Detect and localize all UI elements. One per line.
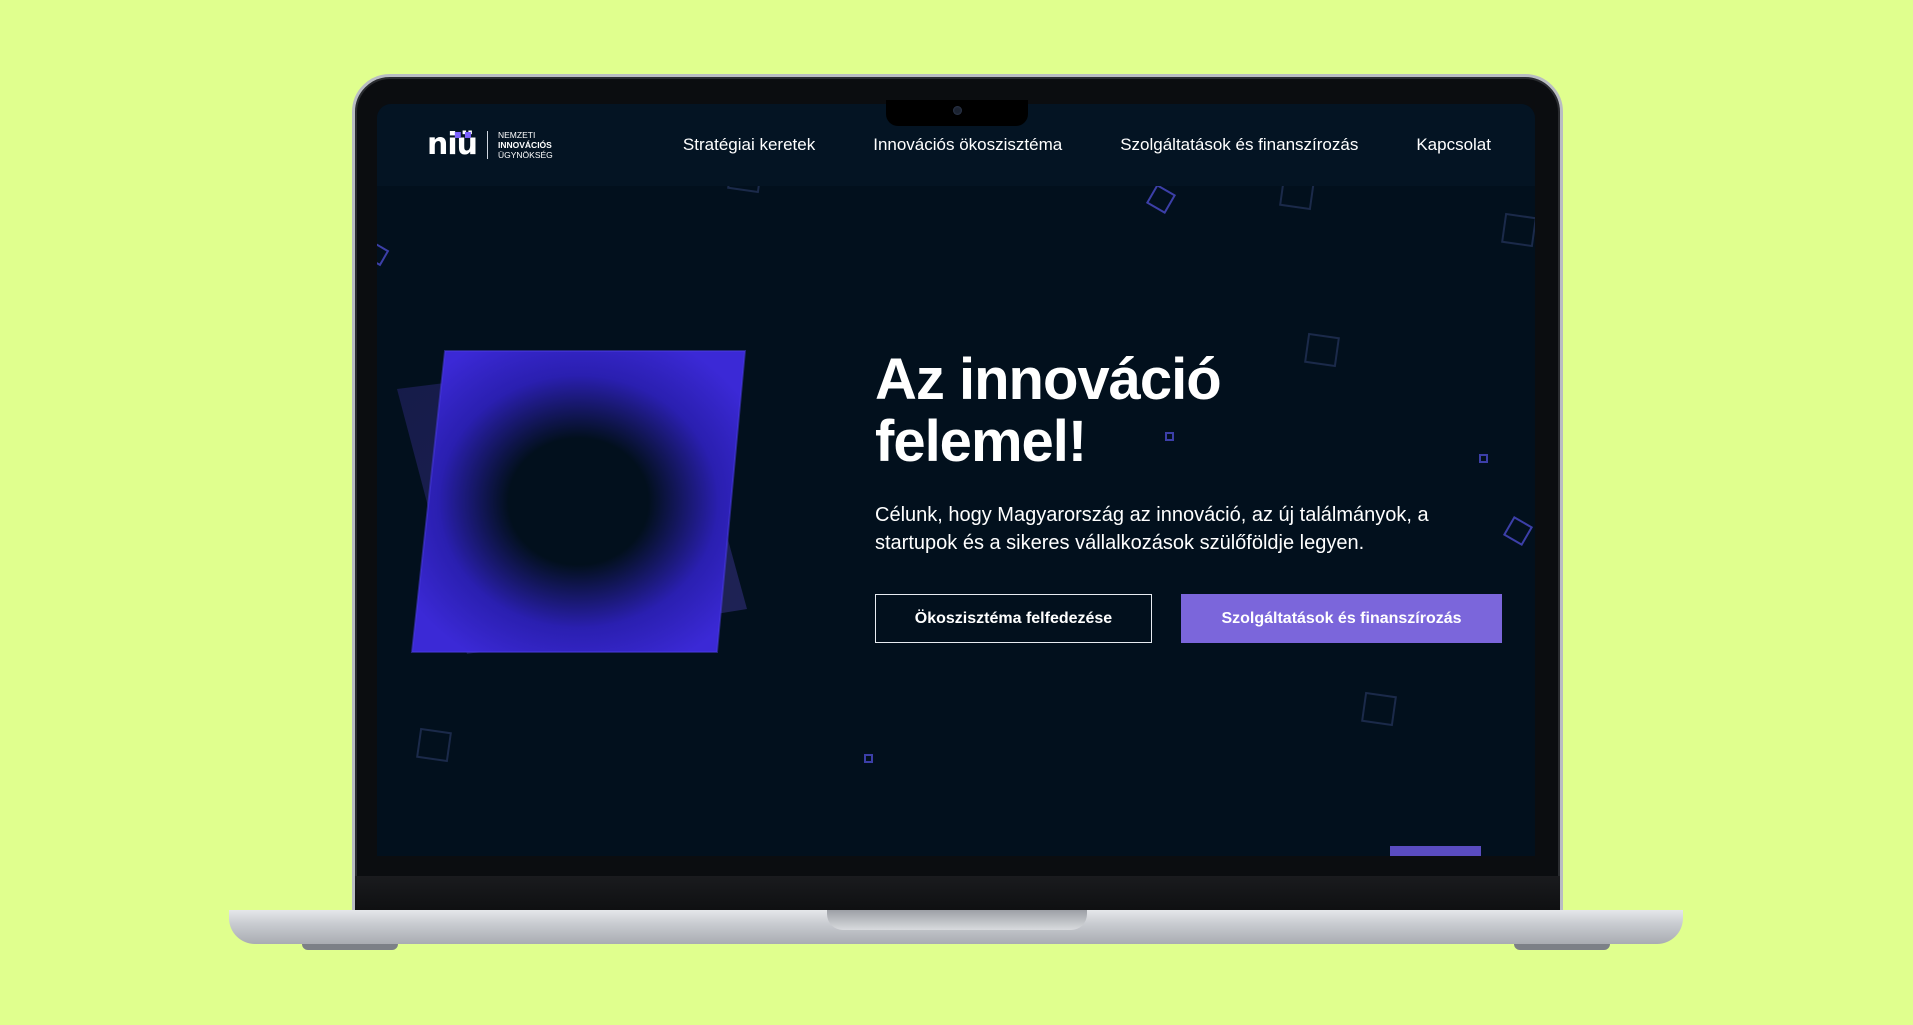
logo-mark: niü ▪▪ xyxy=(427,127,478,160)
hero-title: Az innováció felemel! xyxy=(875,349,1515,473)
niu-logo[interactable]: niü ▪▪ NEMZETI INNOVÁCIÓS ÜGYNÖKSÉG xyxy=(427,127,553,160)
logo-divider xyxy=(487,131,488,159)
nav-link-innovacios-okoszisztema[interactable]: Innovációs ökoszisztéma xyxy=(873,135,1062,155)
hero-square-graphic xyxy=(397,350,747,654)
laptop-hinge xyxy=(355,876,1560,912)
hero-text: Az innováció felemel! Célunk, hogy Magya… xyxy=(875,349,1515,557)
hero-buttons: Ökoszisztéma felfedezése Szolgáltatások … xyxy=(875,594,1502,643)
scroll-peek-element xyxy=(1390,846,1481,856)
laptop-base-groove xyxy=(827,910,1087,930)
logo-line-3: ÜGYNÖKSÉG xyxy=(498,150,553,160)
website-screen: niü ▪▪ NEMZETI INNOVÁCIÓS ÜGYNÖKSÉG Stra… xyxy=(377,104,1535,856)
logo-text: NEMZETI INNOVÁCIÓS ÜGYNÖKSÉG xyxy=(498,130,553,160)
hero-title-line-1: Az innováció xyxy=(875,347,1222,412)
nav-link-kapcsolat[interactable]: Kapcsolat xyxy=(1416,135,1491,155)
screen-notch xyxy=(886,100,1028,126)
nav-link-szolgaltatasok[interactable]: Szolgáltatások és finanszírozás xyxy=(1120,135,1358,155)
hero-subtitle: Célunk, hogy Magyarország az innováció, … xyxy=(875,504,1429,554)
camera-icon xyxy=(953,106,962,115)
nav-link-strategiai-keretek[interactable]: Stratégiai keretek xyxy=(683,135,815,155)
explore-ecosystem-button[interactable]: Ökoszisztéma felfedezése xyxy=(875,594,1152,643)
nav-links: Stratégiai keretek Innovációs ökosziszté… xyxy=(683,104,1491,186)
hero-title-line-2: felemel! xyxy=(875,409,1087,474)
laptop-foot-left xyxy=(302,944,398,950)
logo-dots-icon: ▪▪ xyxy=(453,127,474,141)
logo-line-1: NEMZETI xyxy=(498,130,536,140)
logo-line-2: INNOVÁCIÓS xyxy=(498,140,552,150)
services-financing-button[interactable]: Szolgáltatások és finanszírozás xyxy=(1181,594,1502,643)
laptop-foot-right xyxy=(1514,944,1610,950)
